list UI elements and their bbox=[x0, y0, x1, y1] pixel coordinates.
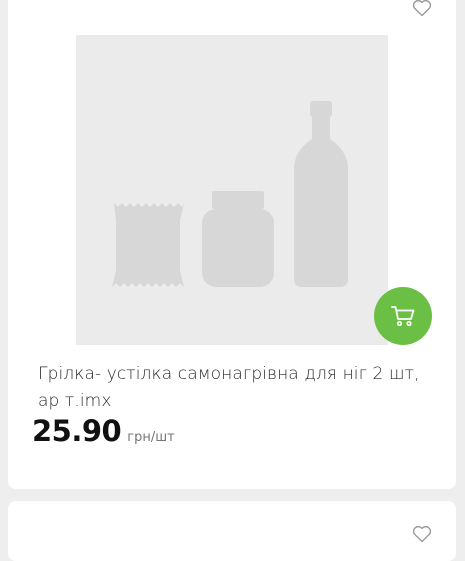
favorite-button[interactable] bbox=[410, 0, 434, 20]
price-row: 25.90 грн/шт bbox=[32, 414, 175, 448]
favorite-button[interactable] bbox=[410, 522, 434, 546]
product-card[interactable] bbox=[8, 501, 456, 561]
product-title[interactable]: Грілка- устілка самонагрівна для ніг 2 ш… bbox=[38, 361, 438, 415]
heart-outline-icon bbox=[412, 0, 432, 17]
heart-outline-icon bbox=[412, 525, 432, 543]
shopping-cart-icon bbox=[391, 306, 415, 327]
price-unit: грн/шт bbox=[127, 430, 175, 445]
product-image[interactable] bbox=[76, 35, 388, 345]
grocery-placeholder-image bbox=[112, 101, 348, 287]
product-card[interactable]: Грілка- устілка самонагрівна для ніг 2 ш… bbox=[8, 0, 456, 489]
add-to-cart-button[interactable] bbox=[374, 287, 432, 345]
product-price: 25.90 bbox=[32, 414, 122, 448]
